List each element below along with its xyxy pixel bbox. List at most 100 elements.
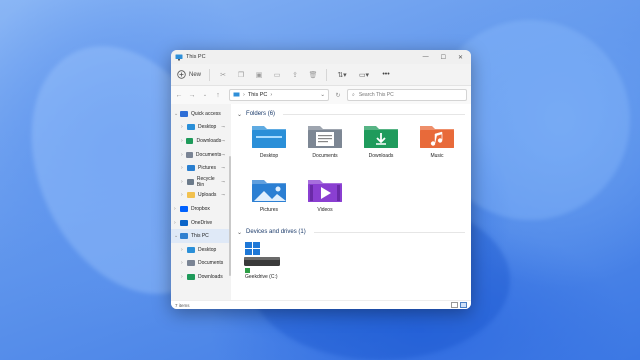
pictures-icon [187, 165, 195, 172]
search-input[interactable]: ⌕ Search This PC [347, 89, 467, 101]
folder-item-pictures[interactable]: Pictures [241, 174, 297, 224]
status-bar: 7 items [171, 300, 471, 309]
folder-item-videos[interactable]: Videos [297, 174, 353, 224]
drive-item[interactable]: Geekdrive (C:) [237, 240, 465, 280]
pin-icon: ⊸ [221, 151, 225, 157]
share-icon[interactable]: ⇪ [290, 70, 300, 80]
sidebar-item-label: Documents [195, 151, 222, 158]
sidebar-item-dropbox[interactable]: › Dropbox [171, 202, 231, 216]
sidebar-item-label: This PC [191, 233, 209, 240]
pin-icon: ⊸ [221, 124, 225, 130]
new-button-label: New [189, 71, 202, 78]
window-title: This PC [186, 54, 206, 60]
sidebar-item-label: Pictures [198, 165, 217, 172]
pin-icon: ⊸ [221, 137, 225, 143]
sort-icon[interactable]: ⇅▾ [335, 70, 349, 80]
documents-icon [187, 260, 195, 267]
title-bar[interactable]: This PC — ☐ ✕ [171, 50, 471, 64]
chevron-right-icon: › [243, 92, 245, 98]
file-explorer-window: This PC — ☐ ✕ New ✂ ❐ ▣ ▭ ⇪ 🗑 ⇅▾ ▭▾ ••• … [171, 50, 471, 309]
chevron-down-icon: ⌄ [237, 229, 243, 236]
chevron-down-icon: ⌄ [237, 111, 243, 118]
recent-chevron-icon[interactable]: ⌄ [201, 92, 209, 98]
folder-label: Documents [312, 153, 338, 159]
address-field[interactable]: › This PC › ⌄ [229, 89, 329, 101]
up-arrow-icon[interactable]: ↑ [214, 92, 222, 99]
search-icon: ⌕ [352, 92, 355, 98]
this-pc-icon [180, 233, 188, 240]
dropbox-icon [180, 205, 188, 212]
sidebar-item-documents[interactable]: › Documents [171, 257, 231, 271]
sidebar-item-quick-access[interactable]: ⌄ Quick access [171, 107, 231, 121]
plus-circle-icon [177, 70, 186, 79]
folder-item-desktop[interactable]: Desktop [241, 120, 297, 170]
address-location: This PC [247, 92, 268, 98]
folder-item-downloads[interactable]: Downloads [353, 120, 409, 170]
sidebar-item-downloads[interactable]: › Downloads ⊸ [171, 134, 231, 148]
sidebar-item-uploads[interactable]: › Uploads ⊸ [171, 189, 231, 203]
folders-section-header[interactable]: ⌄ Folders (6) [237, 108, 465, 120]
onedrive-icon [180, 219, 188, 226]
sidebar-item-recycle-bin[interactable]: › Recycle Bin ⊸ [171, 175, 231, 189]
chevron-right-icon: › [270, 92, 273, 98]
chevron-down-icon[interactable]: ⌄ [320, 92, 325, 98]
folder-item-music[interactable]: Music [409, 120, 465, 170]
tiles-view-button[interactable] [460, 302, 467, 308]
this-pc-icon [175, 54, 183, 60]
sidebar-item-documents[interactable]: › Documents ⊸ [171, 148, 231, 162]
folder-label: Music [430, 153, 444, 159]
content-pane: ⌄ Folders (6) Desktop Documents Downloads M… [231, 104, 471, 300]
sidebar-item-label: OneDrive [191, 219, 213, 226]
divider [313, 231, 465, 233]
star-icon [180, 110, 188, 117]
divider [283, 113, 465, 115]
address-bar-row: ← → ⌄ ↑ › This PC › ⌄ ↻ ⌕ Search This PC [171, 86, 471, 104]
drive-label: Geekdrive (C:) [245, 274, 278, 280]
sidebar-item-pictures[interactable]: › Pictures ⊸ [171, 161, 231, 175]
desktop-folder-icon [252, 126, 286, 148]
sidebar-item-label: Desktop [198, 124, 217, 131]
back-arrow-icon[interactable]: ← [175, 92, 183, 99]
downloads-folder-icon [364, 126, 398, 148]
folder-label: Downloads [368, 153, 394, 159]
pin-icon: ⊸ [221, 178, 226, 184]
details-view-button[interactable] [451, 302, 458, 308]
minimize-button[interactable]: — [423, 54, 429, 61]
download-icon [186, 137, 194, 144]
maximize-button[interactable]: ☐ [441, 54, 446, 61]
delete-icon[interactable]: 🗑 [308, 70, 318, 80]
copy-icon[interactable]: ❐ [236, 70, 246, 80]
navigation-pane: ⌄ Quick access › Desktop ⊸ › Downloads ⊸ › Docume… [171, 104, 231, 300]
drives-section-title: Devices and drives (1) [246, 229, 306, 235]
documents-icon [186, 151, 193, 158]
view-icon[interactable]: ▭▾ [357, 70, 371, 80]
sidebar-scrollbar[interactable] [229, 156, 231, 276]
sidebar-item-label: Uploads [198, 192, 217, 199]
drives-section-header[interactable]: ⌄ Devices and drives (1) [237, 226, 465, 238]
paste-icon[interactable]: ▣ [254, 70, 264, 80]
sidebar-item-label: Downloads [198, 273, 223, 280]
sidebar-item-downloads[interactable]: › Downloads [171, 270, 231, 284]
folder-item-documents[interactable]: Documents [297, 120, 353, 170]
music-folder-icon [420, 126, 454, 148]
chevron-right-icon[interactable]: › [181, 179, 187, 185]
more-options-icon[interactable]: ••• [379, 70, 393, 80]
sidebar-item-desktop[interactable]: › Desktop [171, 243, 231, 257]
sidebar-item-desktop[interactable]: › Desktop ⊸ [171, 121, 231, 135]
sidebar-item-onedrive[interactable]: › OneDrive [171, 216, 231, 230]
new-button[interactable]: New [177, 70, 201, 79]
cut-icon[interactable]: ✂ [218, 70, 228, 80]
refresh-icon[interactable]: ↻ [334, 92, 342, 99]
recycle-bin-icon [186, 178, 194, 185]
close-button[interactable]: ✕ [458, 54, 463, 61]
sidebar-item-this-pc[interactable]: ⌄ This PC [171, 229, 231, 243]
toolbar-separator [326, 68, 328, 81]
sidebar-item-label: Downloads [196, 137, 222, 144]
sidebar-item-label: Recycle Bin [196, 175, 215, 188]
rename-icon[interactable]: ▭ [272, 70, 282, 80]
toolbar-separator [209, 68, 211, 81]
pin-icon: ⊸ [221, 165, 225, 171]
sidebar-item-label: Dropbox [191, 205, 210, 212]
folders-section-title: Folders (6) [246, 111, 276, 117]
forward-arrow-icon[interactable]: → [188, 92, 196, 99]
